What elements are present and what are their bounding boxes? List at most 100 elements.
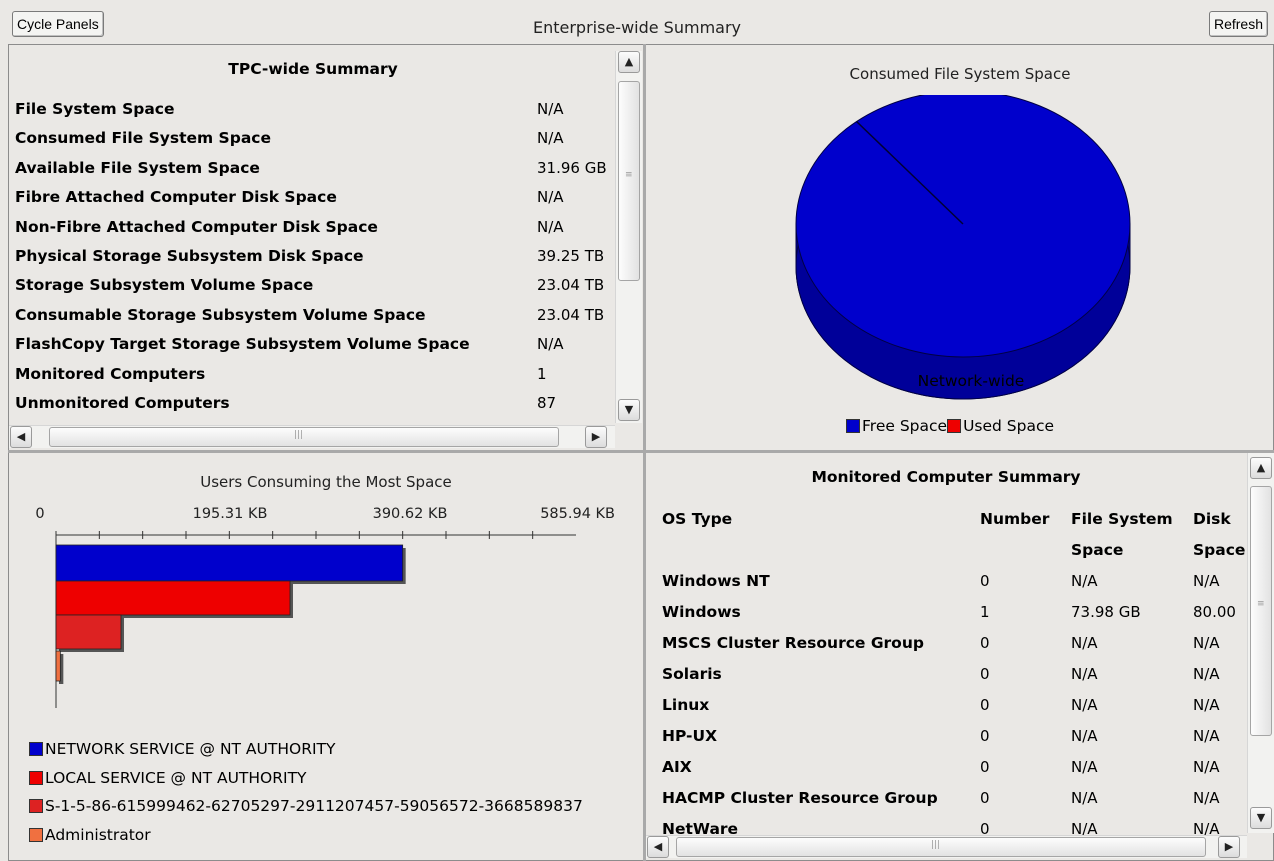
disk-space-cell: N/A (1193, 665, 1220, 683)
scroll-thumb[interactable]: ≡ (1250, 486, 1272, 736)
bar-legend-item: LOCAL SERVICE @ NT AUTHORITY (29, 769, 307, 787)
bar-legend-label: S-1-5-86-615999462-62705297-2911207457-5… (45, 797, 583, 815)
pie-legend-item: Used Space (947, 417, 1054, 435)
title-bar: Cycle Panels Enterprise-wide Summary Ref… (0, 0, 1274, 44)
disk-space-cell: N/A (1193, 572, 1220, 590)
tpc-row-value: 23.04 TB (537, 305, 605, 324)
tpc-row-label: Storage Subsystem Volume Space (15, 276, 314, 295)
scroll-right-arrow-icon[interactable]: ▶ (585, 426, 607, 448)
number-cell: 0 (980, 634, 990, 652)
bar (55, 544, 404, 582)
pie-legend-item: Free Space (846, 417, 947, 435)
tpc-row-label: FlashCopy Target Storage Subsystem Volum… (15, 335, 470, 354)
scroll-left-arrow-icon[interactable]: ◀ (647, 836, 669, 858)
tpc-row-value: 39.25 TB (537, 247, 605, 265)
number-cell: 0 (980, 758, 990, 776)
fs-space-cell: N/A (1071, 665, 1098, 683)
os-type-cell: HACMP Cluster Resource Group (662, 789, 938, 807)
col-header-number: Number (980, 510, 1050, 528)
fs-space-cell: N/A (1071, 696, 1098, 714)
monitored-vertical-scrollbar[interactable]: ▲ ≡ ▼ (1247, 453, 1274, 833)
scroll-up-arrow-icon[interactable]: ▲ (1250, 457, 1272, 479)
bar-legend-item: S-1-5-86-615999462-62705297-2911207457-5… (29, 797, 583, 815)
tpc-row-value: N/A (537, 188, 564, 207)
os-type-cell: HP-UX (662, 727, 718, 745)
tpc-row-value: N/A (537, 129, 564, 148)
number-cell: 0 (980, 789, 990, 807)
fs-space-cell: N/A (1071, 789, 1098, 807)
tpc-row-label: Available File System Space (15, 158, 260, 177)
scroll-thumb-horizontal[interactable]: ||| (49, 427, 559, 447)
monitored-summary-title: Monitored Computer Summary (811, 468, 1081, 486)
horizontal-divider[interactable] (8, 450, 1274, 453)
col-header-fs-line1: File System (1071, 510, 1173, 528)
number-cell: 0 (980, 696, 990, 714)
scroll-thumb[interactable]: ≡ (618, 81, 640, 281)
os-type-cell: Windows NT (662, 572, 770, 590)
scroll-down-arrow-icon[interactable]: ▼ (618, 399, 640, 421)
os-type-cell: MSCS Cluster Resource Group (662, 634, 924, 652)
disk-space-cell: N/A (1193, 758, 1220, 776)
fs-space-cell: N/A (1071, 572, 1098, 590)
bar-legend-item: NETWORK SERVICE @ NT AUTHORITY (29, 740, 335, 758)
tpc-row-value: 23.04 TB (537, 276, 605, 295)
refresh-button[interactable]: Refresh (1208, 11, 1268, 37)
scroll-up-arrow-icon[interactable]: ▲ (618, 51, 640, 73)
tpc-vertical-scrollbar[interactable]: ▲ ≡ ▼ (615, 51, 642, 423)
fs-space-cell: N/A (1071, 634, 1098, 652)
bar-chart-title: Users Consuming the Most Space (200, 473, 452, 491)
os-type-cell: Linux (662, 696, 710, 714)
col-header-disk-line2: Space (1193, 541, 1245, 559)
disk-space-cell: N/A (1193, 634, 1220, 652)
x-tick-label: 390.62 KB (373, 506, 448, 522)
tpc-row-value: 1 (537, 364, 547, 383)
os-type-cell: Windows (662, 603, 741, 621)
tpc-row-label: Physical Storage Subsystem Disk Space (15, 247, 364, 265)
consumed-space-panel: Consumed File System Space Network-wide … (646, 45, 1274, 450)
users-space-panel: Users Consuming the Most Space 0 195.31 K… (9, 453, 643, 861)
pie-legend-label: Used Space (963, 417, 1055, 435)
pie-slice (795, 95, 1131, 358)
tpc-row-label: File System Space (15, 100, 175, 118)
bar-legend-label: NETWORK SERVICE @ NT AUTHORITY (45, 740, 336, 758)
scroll-down-arrow-icon[interactable]: ▼ (1250, 807, 1272, 829)
pie-legend: Free Space Used Space (846, 417, 1054, 435)
bar (55, 650, 61, 682)
legend-swatch (29, 827, 43, 842)
legend-swatch (29, 770, 43, 785)
bar-legend-label: LOCAL SERVICE @ NT AUTHORITY (45, 768, 307, 787)
pie-legend-label: Free Space (862, 417, 948, 435)
page-title: Enterprise-wide Summary (532, 18, 741, 37)
monitored-horizontal-scrollbar[interactable]: ◀ ||| ▶ (646, 835, 1247, 858)
col-header-os-type: OS Type (662, 510, 733, 528)
legend-swatch (29, 799, 43, 813)
disk-space-cell: N/A (1193, 727, 1220, 745)
x-tick-label: 585.94 KB (540, 506, 615, 522)
tpc-row-value: N/A (537, 100, 564, 118)
tpc-horizontal-scrollbar[interactable]: ◀ ||| ▶ (9, 425, 615, 448)
number-cell: 0 (980, 665, 990, 683)
bar (55, 580, 291, 616)
legend-swatch (846, 419, 860, 433)
tpc-row-value: N/A (537, 335, 564, 354)
disk-space-cell: N/A (1193, 789, 1220, 807)
scroll-left-arrow-icon[interactable]: ◀ (10, 426, 32, 448)
x-tick-label: 195.31 KB (193, 506, 268, 522)
disk-space-cell: 80.00 (1193, 603, 1236, 621)
legend-swatch (947, 419, 962, 433)
tpc-row-label: Unmonitored Computers (15, 394, 230, 412)
bar-legend-label: Administrator (45, 825, 151, 844)
bar (55, 614, 122, 650)
users-bar-chart: 0 195.31 KB 390.62 KB 585.94 KB (35, 506, 615, 708)
tpc-row-label: Non-Fibre Attached Computer Disk Space (15, 217, 378, 236)
scroll-thumb-horizontal[interactable]: ||| (676, 837, 1206, 857)
number-cell: 1 (980, 603, 990, 621)
monitored-summary-panel: Monitored Computer Summary OS Type Numbe… (646, 453, 1274, 861)
tpc-row-label: Monitored Computers (15, 364, 206, 383)
col-header-fs-line2: Space (1071, 541, 1124, 559)
pie-chart-title: Consumed File System Space (849, 65, 1071, 83)
os-type-cell: Solaris (662, 665, 722, 683)
scroll-right-arrow-icon[interactable]: ▶ (1218, 836, 1240, 858)
tpc-summary-title: TPC-wide Summary (228, 60, 398, 78)
pie-slice-label: Network-wide (917, 372, 1025, 390)
